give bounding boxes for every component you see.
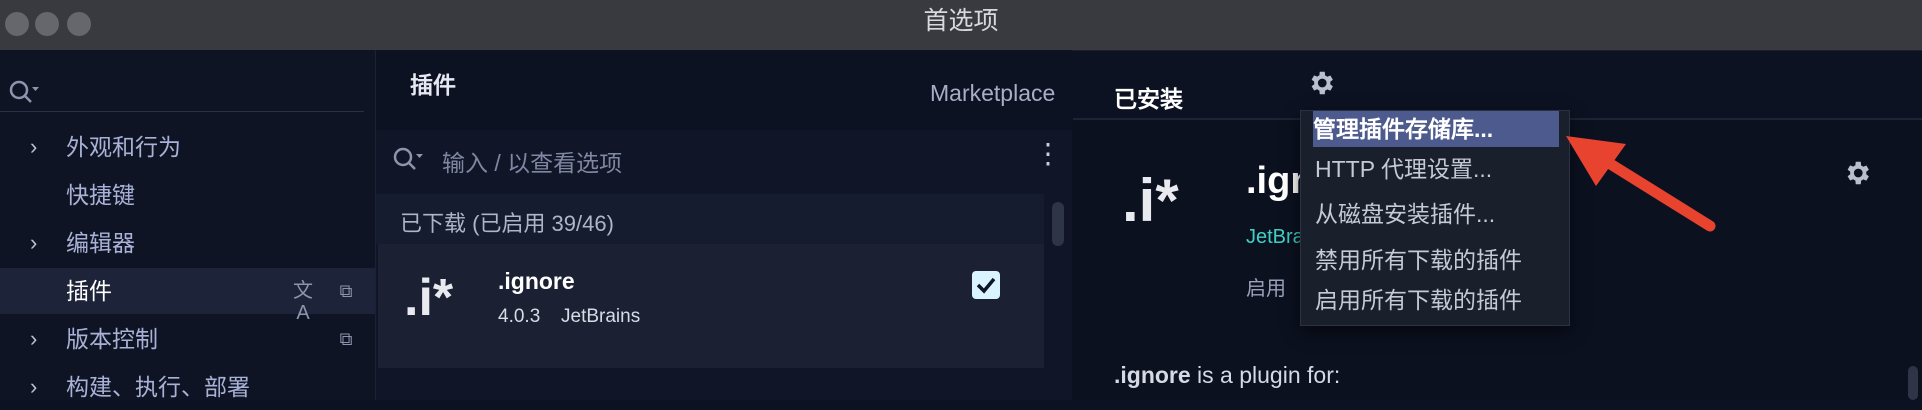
tree-item-editor[interactable]: › 编辑器	[0, 220, 375, 266]
plugin-card-next[interactable]	[378, 370, 1044, 400]
tab-installed[interactable]: 已安装	[1114, 80, 1183, 114]
tab-marketplace[interactable]: Marketplace	[930, 80, 1055, 107]
menu-item-enable-downloaded[interactable]: 启用所有下载的插件	[1315, 280, 1561, 320]
chevron-right-icon[interactable]: ›	[30, 316, 37, 362]
section-label: 已下载 (已启用 39/46)	[400, 211, 614, 236]
plugin-search-placeholder: 输入 / 以查看选项	[442, 150, 623, 176]
detail-description: .ignore is a plugin for:	[1114, 362, 1340, 389]
plugin-list-scrollbar[interactable]	[1052, 202, 1064, 246]
gear-icon[interactable]	[1842, 158, 1872, 188]
arrow-annotation	[1566, 136, 1716, 232]
tree-item-keymap[interactable]: 快捷键	[0, 172, 375, 218]
plugin-vendor: JetBrains	[561, 306, 641, 327]
chevron-right-icon[interactable]: ›	[30, 364, 37, 410]
checkbox-checked-icon	[976, 277, 996, 294]
plugin-enabled-checkbox[interactable]	[972, 271, 1000, 299]
search-icon	[9, 80, 39, 103]
tree-item-plugins[interactable]: 插件 文A ⧉	[0, 268, 375, 324]
plugin-version: 4.0.3	[498, 306, 541, 327]
tree-item-label: 版本控制	[66, 326, 158, 352]
settings-dropdown-menu: 管理插件存储库... HTTP 代理设置... 从磁盘安装插件... 禁用所有下…	[1300, 110, 1570, 326]
description-text: is a plugin for:	[1190, 362, 1341, 388]
translate-icon: 文A	[293, 280, 313, 324]
description-plugin-name: .ignore	[1114, 362, 1191, 388]
detail-enable-button[interactable]: 启用	[1246, 272, 1286, 301]
tree-item-label: 插件	[66, 278, 112, 304]
settings-search-field[interactable]	[0, 75, 364, 112]
tree-item-label: 外观和行为	[66, 134, 181, 160]
detail-plugin-logo: .i*	[1122, 167, 1179, 234]
tree-item-appearance[interactable]: › 外观和行为	[0, 124, 375, 170]
tree-item-label: 构建、执行、部署	[66, 374, 250, 400]
more-vertical-icon[interactable]: ⋮	[1034, 140, 1062, 168]
plugin-card-ignore[interactable]: .i* .ignore 4.0.3 JetBrains	[378, 244, 1044, 368]
plugin-name: .ignore	[498, 268, 575, 294]
downloaded-section-header: 已下载 (已启用 39/46)	[376, 194, 1044, 244]
chevron-right-icon[interactable]: ›	[30, 124, 37, 170]
plugins-heading: 插件	[410, 72, 456, 98]
menu-item-manage-repositories[interactable]: 管理插件存储库...	[1313, 111, 1559, 147]
search-icon	[393, 147, 423, 170]
detail-scrollbar[interactable]	[1908, 366, 1918, 400]
detail-vendor-link[interactable]: JetBra	[1246, 226, 1304, 249]
copy-icon: ⧉	[339, 281, 353, 301]
copy-icon: ⧉	[339, 329, 353, 349]
window-title: 首选项	[923, 7, 999, 35]
tree-item-build-execution[interactable]: › 构建、执行、部署	[0, 364, 375, 410]
menu-item-install-from-disk[interactable]: 从磁盘安装插件...	[1315, 194, 1561, 234]
tree-item-version-control[interactable]: › 版本控制 ⧉	[0, 316, 375, 362]
chevron-right-icon[interactable]: ›	[30, 220, 37, 266]
tree-item-label: 快捷键	[66, 182, 135, 208]
menu-item-disable-downloaded[interactable]: 禁用所有下载的插件	[1315, 240, 1561, 280]
tree-item-label: 编辑器	[66, 230, 135, 256]
plugin-search-field[interactable]: 输入 / 以查看选项 ⋮	[376, 130, 1062, 194]
menu-item-http-proxy[interactable]: HTTP 代理设置...	[1315, 149, 1561, 189]
plugin-logo: .i*	[404, 269, 454, 327]
gear-icon[interactable]	[1306, 68, 1336, 98]
